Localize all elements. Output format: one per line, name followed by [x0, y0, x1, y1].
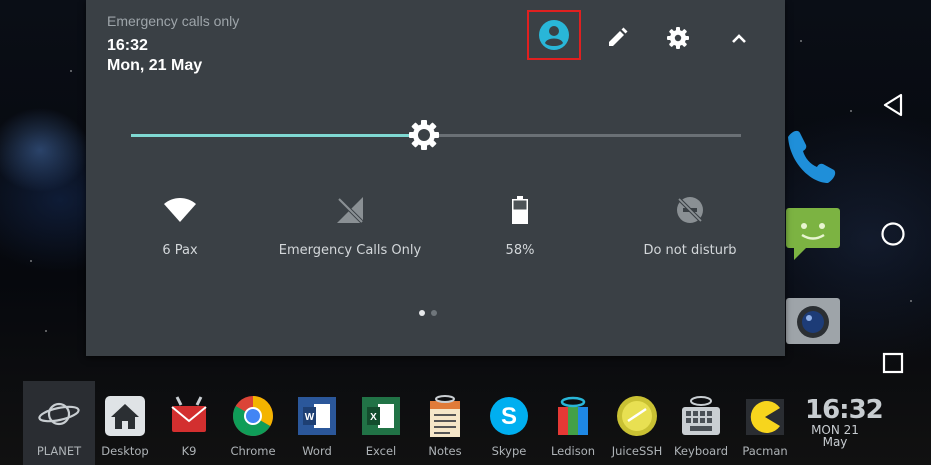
- dock-label: Pacman: [742, 444, 788, 458]
- back-icon[interactable]: [878, 90, 908, 120]
- home-icon: [105, 396, 145, 436]
- planet-icon: [38, 402, 80, 426]
- user-account-icon: [539, 20, 569, 50]
- navigation-bar: [861, 0, 931, 395]
- app-dock: PLANET Desktop K9 Chrome W Word X Excel …: [23, 381, 884, 465]
- dock-label: JuiceSSH: [611, 444, 663, 458]
- settings-button[interactable]: [657, 17, 699, 59]
- page-indicator: [419, 310, 437, 316]
- svg-text:W: W: [305, 412, 315, 423]
- brightness-icon: [408, 120, 439, 150]
- word-icon: W: [298, 397, 336, 435]
- dock-item-chrome[interactable]: Chrome: [221, 381, 285, 465]
- tile-mobile-data-label: Emergency Calls Only: [278, 243, 422, 258]
- star: [850, 110, 852, 112]
- k9-mail-icon: [171, 396, 207, 432]
- edit-button[interactable]: [596, 17, 638, 59]
- dock-item-k9[interactable]: K9: [157, 381, 221, 465]
- clock-month: May: [822, 435, 848, 449]
- star: [70, 70, 72, 72]
- carrier-status: Emergency calls only: [107, 13, 240, 29]
- skype-icon: S: [490, 397, 528, 435]
- svg-text:S: S: [501, 403, 517, 430]
- brightness-slider-fill: [131, 134, 424, 137]
- clock-widget[interactable]: 16:32 MON 21 May: [805, 395, 884, 449]
- juicessh-icon: [617, 396, 657, 436]
- recents-square-icon[interactable]: [878, 348, 908, 378]
- dock-label: Word: [302, 444, 332, 458]
- collapse-button[interactable]: [718, 17, 760, 59]
- tile-do-not-disturb[interactable]: Do not disturb: [600, 190, 780, 270]
- tile-battery-label: 58%: [505, 243, 535, 258]
- battery-icon: [512, 196, 528, 224]
- collapse-chevron-icon: [732, 34, 746, 43]
- dock-item-keyboard[interactable]: Keyboard: [669, 381, 733, 465]
- dock-item-notes[interactable]: Notes: [413, 381, 477, 465]
- clock-time: 16:32: [805, 395, 884, 425]
- dock-label: K9: [181, 444, 197, 458]
- dock-item-word[interactable]: W Word: [285, 381, 349, 465]
- notes-icon: [430, 395, 460, 437]
- dock-item-skype[interactable]: S Skype: [477, 381, 541, 465]
- star: [30, 260, 32, 262]
- dock-label: Ledison: [550, 444, 596, 458]
- dock-label: Skype: [491, 444, 527, 458]
- no-signal-icon: [337, 197, 365, 225]
- dock-label: Excel: [365, 444, 397, 458]
- home-circle-icon[interactable]: [878, 219, 908, 249]
- brightness-slider-thumb[interactable]: [406, 117, 442, 153]
- svg-text:X: X: [370, 412, 377, 423]
- ledison-icon: [558, 396, 588, 435]
- pacman-icon: [746, 399, 784, 435]
- dock-label: Chrome: [230, 444, 276, 458]
- dock-item-pacman[interactable]: Pacman: [733, 381, 797, 465]
- status-time: 16:32: [107, 37, 148, 54]
- keyboard-icon: [682, 396, 720, 435]
- quick-settings-panel: Emergency calls only 16:32 Mon, 21 May 6…: [86, 0, 785, 356]
- excel-icon: X: [362, 397, 400, 435]
- settings-gear-icon: [667, 27, 689, 49]
- phone-app-icon[interactable]: [786, 125, 836, 185]
- wifi-icon: [164, 198, 196, 222]
- tile-battery[interactable]: 58%: [430, 190, 610, 270]
- dock-item-planet[interactable]: PLANET: [27, 381, 91, 465]
- dock-label: PLANET: [36, 444, 82, 458]
- tile-do-not-disturb-label: Do not disturb: [643, 243, 737, 258]
- messaging-app-icon[interactable]: [786, 208, 842, 260]
- dock-label: Keyboard: [673, 444, 729, 458]
- star: [45, 330, 47, 332]
- user-account-button[interactable]: [527, 10, 581, 60]
- tile-wifi-label: 6 Pax: [162, 243, 198, 258]
- dock-item-excel[interactable]: X Excel: [349, 381, 413, 465]
- dock-label: Notes: [428, 444, 462, 458]
- do-not-disturb-icon: [677, 197, 703, 223]
- dock-label: Desktop: [101, 444, 149, 458]
- camera-app-icon[interactable]: [786, 298, 842, 346]
- dock-item-juicessh[interactable]: JuiceSSH: [605, 381, 669, 465]
- tile-mobile-data[interactable]: Emergency Calls Only: [260, 190, 440, 270]
- status-date: Mon, 21 May: [107, 57, 203, 74]
- star: [800, 40, 802, 42]
- dock-item-desktop[interactable]: Desktop: [93, 381, 157, 465]
- edit-pencil-icon: [609, 27, 628, 46]
- dock-item-ledison[interactable]: Ledison: [541, 381, 605, 465]
- page-dot[interactable]: [431, 310, 437, 316]
- page-dot-active[interactable]: [419, 310, 425, 316]
- chrome-icon: [233, 396, 273, 436]
- tile-wifi[interactable]: 6 Pax: [90, 190, 270, 270]
